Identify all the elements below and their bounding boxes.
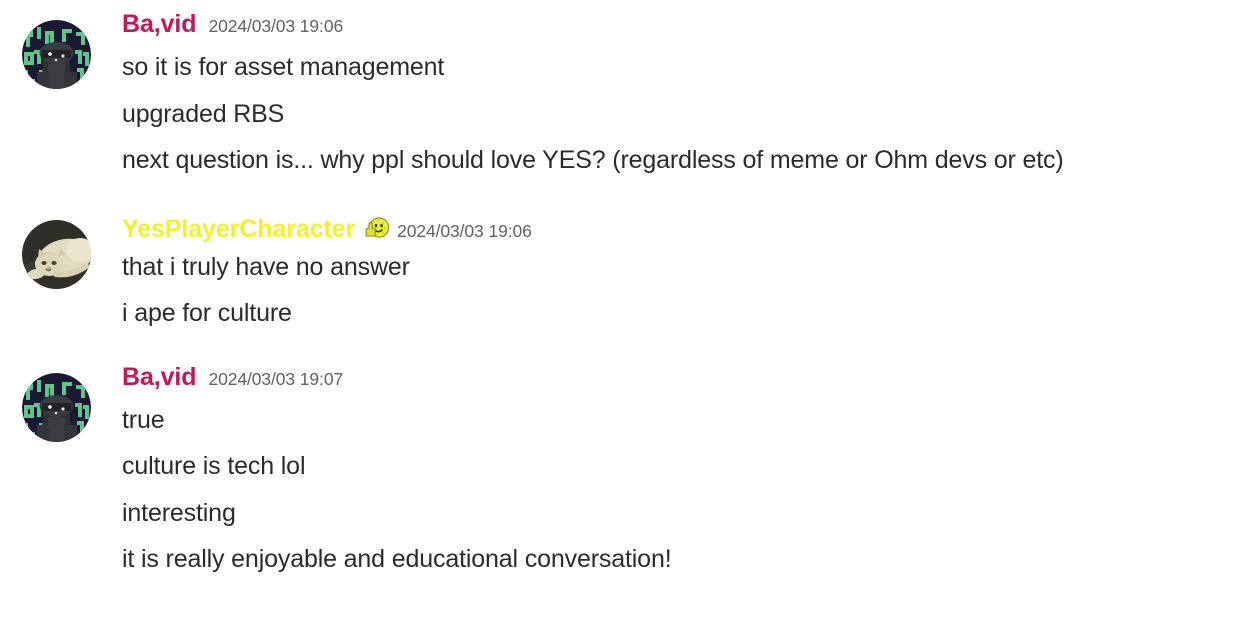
message-line: that i truly have no answer [122,252,410,281]
message-group: Ba,vid 2024/03/03 19:07 true culture is … [0,364,1238,583]
message-author[interactable]: YesPlayerCharacter [122,216,355,242]
message-line: next question is... why ppl should love … [122,146,1064,174]
chat-message-log: Ba,vid 2024/03/03 19:06 so it is for ass… [0,12,1238,633]
message-author[interactable]: Ba,vid [122,364,197,390]
smiley-thumbs-up-icon [364,215,390,240]
message-line: culture is tech lol [122,452,306,480]
message-header: Ba,vid 2024/03/03 19:07 [122,364,1222,395]
message-line: i ape for culture [122,299,292,327]
message-line: upgraded RBS [122,99,285,128]
message-author[interactable]: Ba,vid [122,12,197,37]
message-timestamp: 2024/03/03 19:07 [208,368,344,389]
avatar-slot [0,12,122,89]
message-header: YesPlayerCharacter 2024/03/03 19:06 [122,212,1222,242]
message-line: it is really enjoyable and educational c… [122,545,672,573]
message-body: YesPlayerCharacter 2024/03/03 19:06 that… [122,212,1238,337]
message-timestamp: 2024/03/03 19:06 [397,220,532,241]
message-body: Ba,vid 2024/03/03 19:07 true culture is … [122,364,1238,583]
message-timestamp: 2024/03/03 19:06 [208,16,344,36]
message-line: so it is for asset management [122,53,445,81]
avatar[interactable] [22,20,91,89]
avatar[interactable] [22,219,91,289]
avatar-slot [0,212,122,289]
avatar[interactable] [22,372,91,442]
message-line: true [122,405,165,434]
message-group: Ba,vid 2024/03/03 19:06 so it is for ass… [0,12,1238,184]
message-body: Ba,vid 2024/03/03 19:06 so it is for ass… [122,12,1238,184]
message-group: YesPlayerCharacter 2024/03/03 19:06 that… [0,212,1238,337]
message-line: interesting [122,498,236,527]
message-header: Ba,vid 2024/03/03 19:06 [122,12,1222,42]
avatar-slot [0,365,122,442]
